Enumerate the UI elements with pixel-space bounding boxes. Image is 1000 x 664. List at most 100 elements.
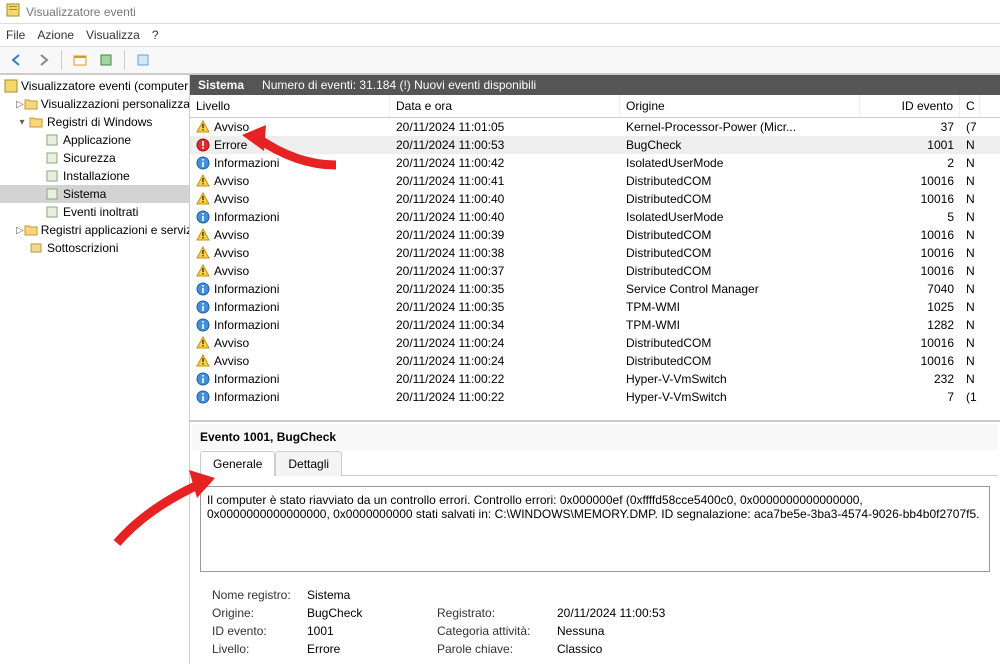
toolbar-help-button[interactable]	[132, 49, 154, 71]
detail-title: Evento 1001, BugCheck	[192, 424, 998, 450]
warn-icon	[196, 246, 210, 260]
col-origin[interactable]: Origine	[620, 95, 860, 117]
detail-message: Il computer è stato riavviato da un cont…	[200, 486, 990, 572]
toolbar-refresh-button[interactable]	[95, 49, 117, 71]
cell-origin: Hyper-V-VmSwitch	[620, 390, 860, 404]
lbl-level: Livello:	[212, 642, 307, 656]
cell-origin: DistributedCOM	[620, 336, 860, 350]
table-row[interactable]: Avviso20/11/2024 11:00:24DistributedCOM1…	[190, 334, 1000, 352]
cell-id: 1025	[860, 300, 960, 314]
table-row[interactable]: Avviso20/11/2024 11:00:41DistributedCOM1…	[190, 172, 1000, 190]
table-row[interactable]: Informazioni20/11/2024 11:00:40IsolatedU…	[190, 208, 1000, 226]
subscriptions-icon	[28, 240, 44, 256]
cell-cat: (7	[960, 120, 980, 134]
cell-date: 20/11/2024 11:00:38	[390, 246, 620, 260]
cell-date: 20/11/2024 11:00:35	[390, 282, 620, 296]
tree-windows-logs[interactable]: ▾ Registri di Windows	[0, 113, 189, 131]
cell-date: 20/11/2024 11:00:41	[390, 174, 620, 188]
cell-cat: N	[960, 282, 980, 296]
cell-origin: TPM-WMI	[620, 318, 860, 332]
cell-id: 232	[860, 372, 960, 386]
table-row[interactable]: Informazioni20/11/2024 11:00:42IsolatedU…	[190, 154, 1000, 172]
table-row[interactable]: Avviso20/11/2024 11:00:38DistributedCOM1…	[190, 244, 1000, 262]
col-id[interactable]: ID evento	[860, 95, 960, 117]
table-row[interactable]: Informazioni20/11/2024 11:00:35TPM-WMI10…	[190, 298, 1000, 316]
toolbar-properties-button[interactable]	[69, 49, 91, 71]
menu-view[interactable]: Visualizza	[86, 28, 140, 42]
table-row[interactable]: Avviso20/11/2024 11:00:37DistributedCOM1…	[190, 262, 1000, 280]
menu-help[interactable]: ?	[152, 28, 159, 42]
level-text: Avviso	[214, 174, 249, 188]
cell-id: 37	[860, 120, 960, 134]
val-logname: Sistema	[307, 588, 437, 602]
cell-cat: N	[960, 138, 980, 152]
col-cat[interactable]: C	[960, 95, 980, 117]
val-registered: 20/11/2024 11:00:53	[557, 606, 757, 620]
tree-forwarded[interactable]: Eventi inoltrati	[0, 203, 189, 221]
level-text: Errore	[214, 138, 247, 152]
tab-general[interactable]: Generale	[200, 451, 275, 476]
table-row[interactable]: Errore20/11/2024 11:00:53BugCheck1001N	[190, 136, 1000, 154]
level-text: Informazioni	[214, 318, 279, 332]
tab-details[interactable]: Dettagli	[275, 451, 342, 476]
cell-cat: N	[960, 300, 980, 314]
tree-subscriptions[interactable]: Sottoscrizioni	[0, 239, 189, 257]
cell-origin: DistributedCOM	[620, 174, 860, 188]
tree-installation[interactable]: Installazione	[0, 167, 189, 185]
section-header: Sistema Numero di eventi: 31.184 (!) Nuo…	[190, 75, 1000, 95]
tree-label: Applicazione	[63, 133, 131, 147]
table-row[interactable]: Informazioni20/11/2024 11:00:34TPM-WMI12…	[190, 316, 1000, 334]
cell-origin: BugCheck	[620, 138, 860, 152]
collapse-icon[interactable]: ▾	[16, 117, 28, 128]
window-title: Visualizzatore eventi	[26, 5, 136, 19]
info-icon	[196, 156, 210, 170]
tree-custom-views[interactable]: ▷ Visualizzazioni personalizzate	[0, 95, 189, 113]
tree-label: Sottoscrizioni	[47, 241, 118, 255]
val-eventid: 1001	[307, 624, 437, 638]
log-icon	[44, 132, 60, 148]
cell-origin: Service Control Manager	[620, 282, 860, 296]
table-row[interactable]: Avviso20/11/2024 11:01:05Kernel-Processo…	[190, 118, 1000, 136]
tree-application[interactable]: Applicazione	[0, 131, 189, 149]
table-row[interactable]: Informazioni20/11/2024 11:00:22Hyper-V-V…	[190, 388, 1000, 406]
navigation-tree[interactable]: Visualizzatore eventi (computer l ▷ Visu…	[0, 74, 190, 664]
tree-label: Eventi inoltrati	[63, 205, 138, 219]
expand-icon[interactable]: ▷	[16, 225, 24, 236]
cell-cat: N	[960, 174, 980, 188]
expand-icon[interactable]: ▷	[16, 99, 24, 110]
tree-app-services[interactable]: ▷ Registri applicazioni e servizi	[0, 221, 189, 239]
col-level[interactable]: Livello	[190, 95, 390, 117]
warn-icon	[196, 192, 210, 206]
level-text: Informazioni	[214, 372, 279, 386]
table-row[interactable]: Informazioni20/11/2024 11:00:22Hyper-V-V…	[190, 370, 1000, 388]
log-icon	[44, 186, 60, 202]
cell-origin: DistributedCOM	[620, 192, 860, 206]
table-row[interactable]: Avviso20/11/2024 11:00:24DistributedCOM1…	[190, 352, 1000, 370]
section-title: Sistema	[198, 78, 244, 92]
val-keywords: Classico	[557, 642, 757, 656]
cell-cat: N	[960, 228, 980, 242]
back-button[interactable]	[6, 49, 28, 71]
cell-id: 1282	[860, 318, 960, 332]
table-row[interactable]: Avviso20/11/2024 11:00:39DistributedCOM1…	[190, 226, 1000, 244]
forward-button[interactable]	[32, 49, 54, 71]
tree-label: Registri applicazioni e servizi	[41, 223, 190, 237]
cell-cat: N	[960, 354, 980, 368]
menu-action[interactable]: Azione	[37, 28, 74, 42]
tree-system[interactable]: Sistema	[0, 185, 189, 203]
tree-security[interactable]: Sicurezza	[0, 149, 189, 167]
level-text: Avviso	[214, 192, 249, 206]
log-icon	[44, 204, 60, 220]
table-row[interactable]: Avviso20/11/2024 11:00:40DistributedCOM1…	[190, 190, 1000, 208]
tree-root[interactable]: Visualizzatore eventi (computer l	[0, 77, 189, 95]
event-grid[interactable]: Avviso20/11/2024 11:01:05Kernel-Processo…	[190, 118, 1000, 420]
tree-label: Installazione	[63, 169, 130, 183]
app-icon	[6, 3, 20, 20]
menu-file[interactable]: File	[6, 28, 25, 42]
folder-icon	[24, 222, 38, 238]
cell-id: 2	[860, 156, 960, 170]
level-text: Avviso	[214, 228, 249, 242]
table-row[interactable]: Informazioni20/11/2024 11:00:35Service C…	[190, 280, 1000, 298]
col-date[interactable]: Data e ora	[390, 95, 620, 117]
toolbar	[0, 46, 1000, 74]
